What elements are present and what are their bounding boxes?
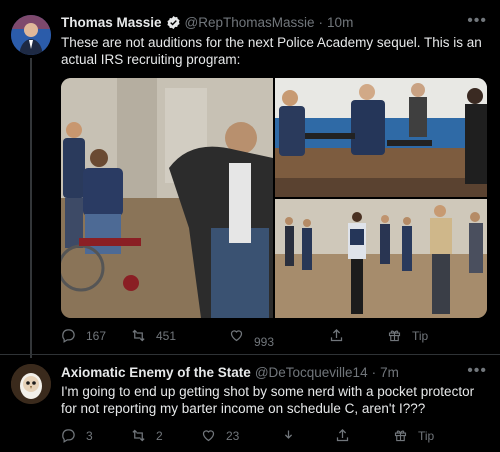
tweet-text: I'm going to end up getting shot by some… <box>61 384 475 416</box>
tweet-divider <box>0 354 500 355</box>
photo-wheelchair-trainee[interactable] <box>61 78 273 318</box>
tip-icon <box>388 330 401 342</box>
share-button[interactable] <box>329 328 387 343</box>
reply-icon <box>62 329 75 343</box>
retweet-icon <box>132 329 145 342</box>
reply-count: 167 <box>86 328 107 343</box>
avatar[interactable] <box>11 364 51 404</box>
like-icon <box>230 330 243 342</box>
more-icon[interactable]: ••• <box>467 12 487 30</box>
tip-label: Tip <box>418 428 435 443</box>
download-button[interactable] <box>281 428 335 443</box>
timestamp[interactable]: 10m <box>327 15 353 30</box>
like-button[interactable]: 23 <box>201 428 281 443</box>
author-handle[interactable]: @DeTocqueville14 <box>255 365 368 380</box>
share-button[interactable] <box>335 428 393 443</box>
like-count: 993 <box>254 334 275 349</box>
retweet-icon <box>132 429 145 442</box>
tip-button[interactable]: Tip <box>387 328 428 343</box>
tweet-thomas-massie[interactable]: Thomas Massie @RepThomasMassie · 10m •••… <box>0 0 500 354</box>
reply-button[interactable]: 3 <box>61 428 131 443</box>
like-icon <box>202 430 215 442</box>
like-button[interactable]: 993 <box>229 328 329 349</box>
retweet-button[interactable]: 451 <box>131 328 229 343</box>
like-count: 23 <box>226 428 240 443</box>
retweet-count: 451 <box>156 328 177 343</box>
separator-dot: · <box>371 365 377 380</box>
reply-icon <box>62 429 75 443</box>
tweet-header: Thomas Massie @RepThomasMassie · 10m <box>61 15 353 30</box>
verified-icon <box>166 15 180 30</box>
author-name[interactable]: Thomas Massie <box>61 15 162 30</box>
more-icon[interactable]: ••• <box>467 362 487 380</box>
author-name[interactable]: Axiomatic Enemy of the State <box>61 365 251 380</box>
avatar[interactable] <box>11 15 51 55</box>
share-icon <box>336 428 349 442</box>
reply-count: 3 <box>86 428 93 443</box>
media-grid[interactable] <box>61 78 487 318</box>
photo-group-drill[interactable] <box>275 199 487 318</box>
tweet-actions: 3 2 23 Tip <box>61 428 481 443</box>
timestamp[interactable]: 7m <box>380 365 399 380</box>
tweet-text: These are not auditions for the next Pol… <box>61 35 482 67</box>
tweet-header: Axiomatic Enemy of the State @DeTocquevi… <box>61 365 399 380</box>
tweet-actions: 167 451 993 Tip <box>61 328 481 349</box>
download-icon <box>284 430 293 439</box>
retweet-button[interactable]: 2 <box>131 428 201 443</box>
tip-button[interactable]: Tip <box>393 428 434 443</box>
share-icon <box>330 328 343 342</box>
author-handle[interactable]: @RepThomasMassie <box>185 15 315 30</box>
tweet-reply-axiomatic[interactable]: Axiomatic Enemy of the State @DeTocquevi… <box>0 356 500 452</box>
tip-label: Tip <box>412 328 429 343</box>
reply-button[interactable]: 167 <box>61 328 131 343</box>
retweet-count: 2 <box>156 428 163 443</box>
photo-classroom-training[interactable] <box>275 78 487 197</box>
tip-icon <box>394 430 407 442</box>
separator-dot: · <box>318 15 324 30</box>
